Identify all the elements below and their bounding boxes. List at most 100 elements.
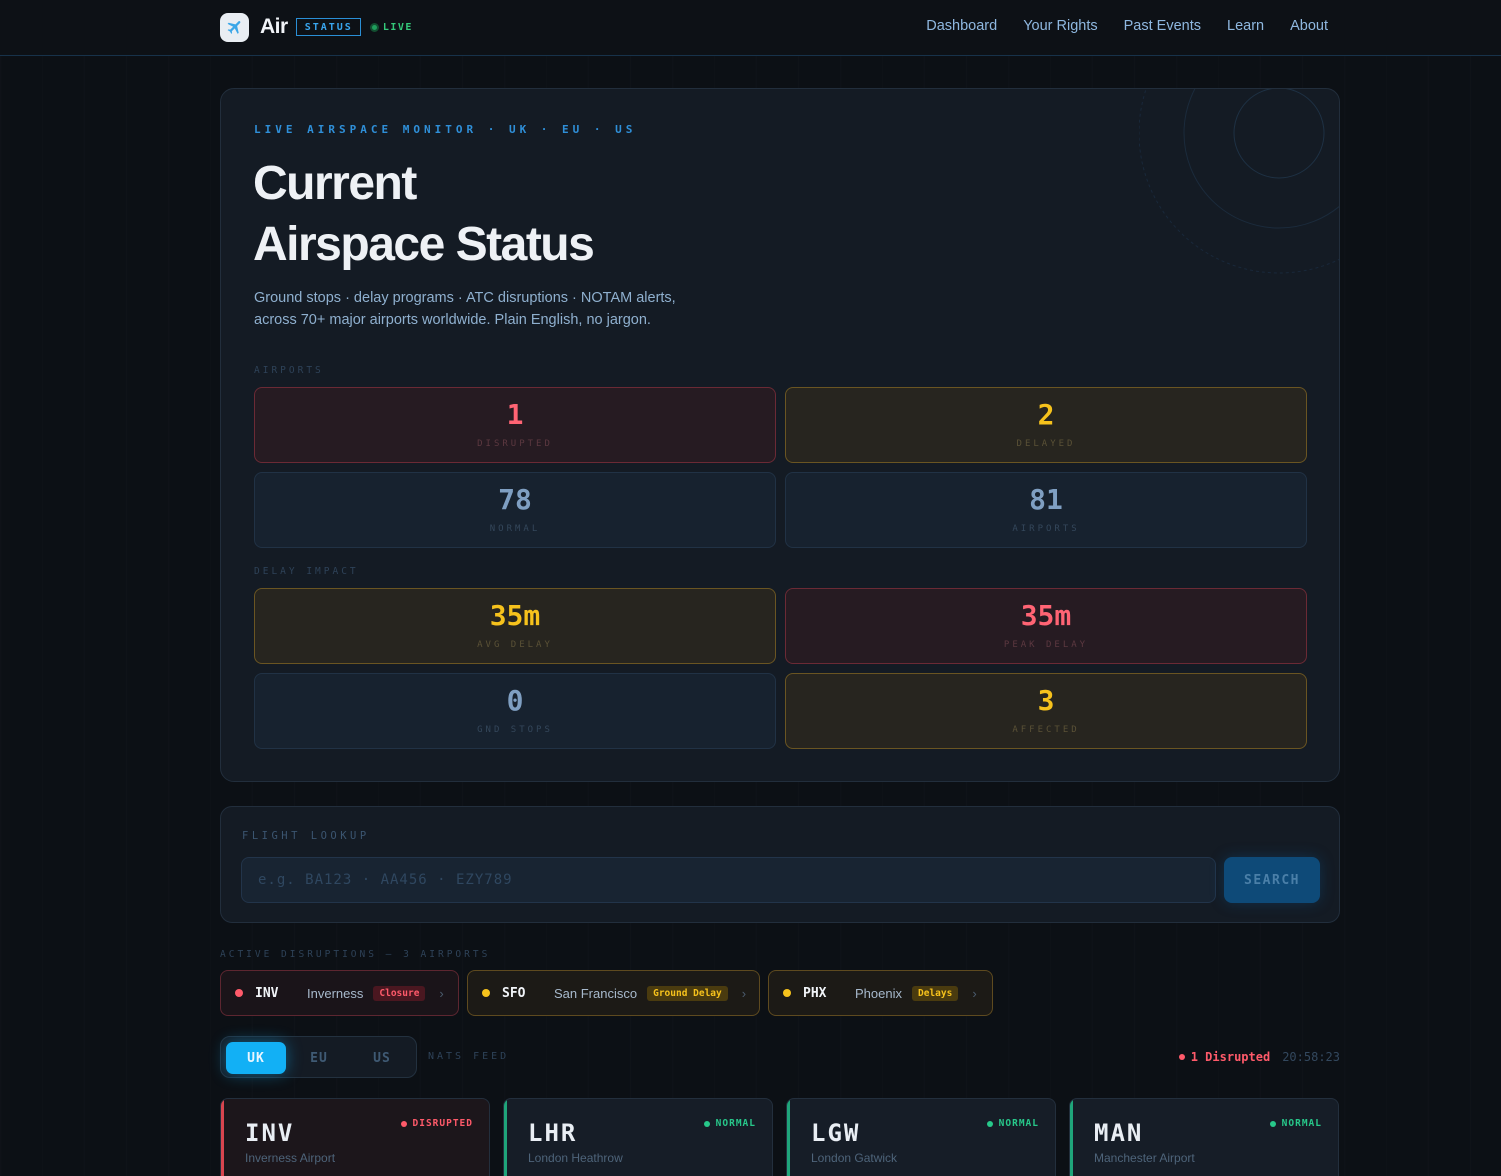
status-dot-icon xyxy=(1269,1120,1276,1127)
stat-label: DELAYED xyxy=(1016,439,1076,449)
stat-normal: 78 NORMAL xyxy=(254,472,776,548)
status-badge: NORMAL xyxy=(986,1118,1039,1129)
stat-delayed: 2 DELAYED xyxy=(785,387,1307,463)
stat-value: 35m xyxy=(489,599,541,632)
nav-link-learn[interactable]: Learn xyxy=(1227,18,1264,34)
region-summary: 1 Disrupted 20:58:23 xyxy=(1178,1050,1340,1064)
status-dot-icon xyxy=(703,1120,710,1127)
flight-search-input[interactable] xyxy=(241,857,1216,903)
card-accent xyxy=(504,1099,507,1176)
hero-subtitle: Ground stops · delay programs · ATC disr… xyxy=(254,290,676,328)
live-indicator: LIVE xyxy=(369,21,413,33)
airport-code: LGW xyxy=(811,1119,861,1147)
status-dot-icon xyxy=(986,1120,993,1127)
chip-city: San Francisco xyxy=(554,985,638,1001)
stat-value: 2 xyxy=(1037,398,1055,431)
airplane-icon xyxy=(220,12,249,42)
stat-value: 35m xyxy=(1020,599,1072,632)
status-badge: NORMAL xyxy=(1269,1118,1322,1129)
airport-card-lgw[interactable]: LGW London Gatwick NORMAL xyxy=(786,1098,1056,1176)
nav-link-dashboard[interactable]: Dashboard xyxy=(926,18,997,34)
status-dot-icon xyxy=(235,989,243,997)
airport-name: London Gatwick xyxy=(811,1151,898,1165)
status-dot-icon xyxy=(482,989,490,997)
card-accent xyxy=(221,1099,224,1176)
region-tabs: UK EU US xyxy=(220,1036,417,1078)
stat-label: AVG DELAY xyxy=(477,640,553,650)
status-badge: DISRUPTED xyxy=(400,1118,473,1129)
live-label: LIVE xyxy=(382,21,413,33)
airport-card-lhr[interactable]: LHR London Heathrow NORMAL xyxy=(503,1098,773,1176)
status-badge: Delays xyxy=(911,985,959,1001)
feed-label: NATS FEED xyxy=(428,1051,510,1062)
status-text: NORMAL xyxy=(1281,1118,1322,1129)
title-line-2: Airspace Status xyxy=(253,218,595,271)
page-title: Current Airspace Status xyxy=(253,153,753,275)
chevron-right-icon: › xyxy=(972,985,977,1001)
stat-avg-delay: 35m AVG DELAY xyxy=(254,588,776,664)
airport-card-inv[interactable]: INV Inverness Airport DISRUPTED xyxy=(220,1098,490,1176)
title-line-1: Current xyxy=(253,157,417,210)
tab-uk[interactable]: UK xyxy=(226,1042,286,1074)
search-button[interactable]: SEARCH xyxy=(1224,857,1320,903)
nav-link-your-rights[interactable]: Your Rights xyxy=(1023,18,1097,34)
stat-label: AIRPORTS xyxy=(1012,524,1080,534)
airport-name: Inverness Airport xyxy=(245,1151,336,1165)
chevron-right-icon: › xyxy=(439,985,444,1001)
chip-code: PHX xyxy=(803,985,827,1001)
airport-card-man[interactable]: MAN Manchester Airport NORMAL xyxy=(1069,1098,1339,1176)
chip-code: INV xyxy=(255,985,279,1001)
stat-ground-stops: 0 GND STOPS xyxy=(254,673,776,749)
status-dot-icon xyxy=(1178,1054,1185,1060)
airport-code: LHR xyxy=(528,1119,578,1147)
last-updated-time: 20:58:23 xyxy=(1282,1050,1340,1064)
nav-links: Dashboard Your Rights Past Events Learn … xyxy=(926,18,1328,34)
delay-section-label: DELAY IMPACT xyxy=(254,566,359,577)
airport-code: INV xyxy=(245,1119,295,1147)
stat-value: 78 xyxy=(498,483,532,516)
nav-link-about[interactable]: About xyxy=(1290,18,1328,34)
stat-disrupted: 1 DISRUPTED xyxy=(254,387,776,463)
status-badge: NORMAL xyxy=(703,1118,756,1129)
hero-panel: LIVE AIRSPACE MONITOR · UK · EU · US Cur… xyxy=(220,88,1340,782)
nav-link-past-events[interactable]: Past Events xyxy=(1124,18,1201,34)
airport-name: Manchester Airport xyxy=(1094,1151,1195,1165)
status-text: NORMAL xyxy=(715,1118,756,1129)
airport-name: London Heathrow xyxy=(528,1151,623,1165)
status-dot-icon xyxy=(783,989,791,997)
disrupted-count: 1 Disrupted xyxy=(1190,1050,1271,1064)
chip-city: Phoenix xyxy=(855,985,902,1001)
stat-value: 1 xyxy=(506,398,524,431)
flight-lookup-panel: FLIGHT LOOKUP SEARCH xyxy=(220,806,1340,923)
status-text: DISRUPTED xyxy=(412,1118,473,1129)
live-dot-icon xyxy=(369,22,379,32)
stat-label: PEAK DELAY xyxy=(1003,640,1089,650)
stat-value: 0 xyxy=(506,684,524,717)
stat-label: AFFECTED xyxy=(1012,725,1080,735)
status-tag: STATUS xyxy=(295,18,361,36)
airport-code: MAN xyxy=(1094,1119,1144,1147)
stat-peak-delay: 35m PEAK DELAY xyxy=(785,588,1307,664)
card-accent xyxy=(787,1099,790,1176)
airports-section-label: AIRPORTS xyxy=(254,365,324,376)
tab-eu[interactable]: EU xyxy=(289,1042,349,1074)
stat-value: 3 xyxy=(1037,684,1055,717)
status-badge: Closure xyxy=(373,985,426,1001)
stat-airports: 81 AIRPORTS xyxy=(785,472,1307,548)
status-text: NORMAL xyxy=(998,1118,1039,1129)
chevron-right-icon: › xyxy=(741,985,747,1001)
lookup-label: FLIGHT LOOKUP xyxy=(242,830,370,842)
stat-label: NORMAL xyxy=(489,524,541,534)
chip-city: Inverness xyxy=(307,985,364,1001)
brand[interactable]: Air STATUS LIVE xyxy=(220,12,413,42)
disruption-chip-inv[interactable]: INV Inverness Closure › xyxy=(220,970,459,1016)
disruption-chip-sfo[interactable]: SFO San Francisco Ground Delay › xyxy=(467,970,760,1016)
chip-code: SFO xyxy=(502,985,526,1001)
status-badge: Ground Delay xyxy=(647,985,728,1001)
status-dot-icon xyxy=(400,1120,407,1127)
top-nav: Air STATUS LIVE Dashboard Your Rights Pa… xyxy=(0,0,1501,56)
hero-kicker: LIVE AIRSPACE MONITOR · UK · EU · US xyxy=(254,123,637,136)
tab-us[interactable]: US xyxy=(352,1042,412,1074)
stat-label: DISRUPTED xyxy=(477,439,553,449)
disruption-chip-phx[interactable]: PHX Phoenix Delays › xyxy=(768,970,993,1016)
